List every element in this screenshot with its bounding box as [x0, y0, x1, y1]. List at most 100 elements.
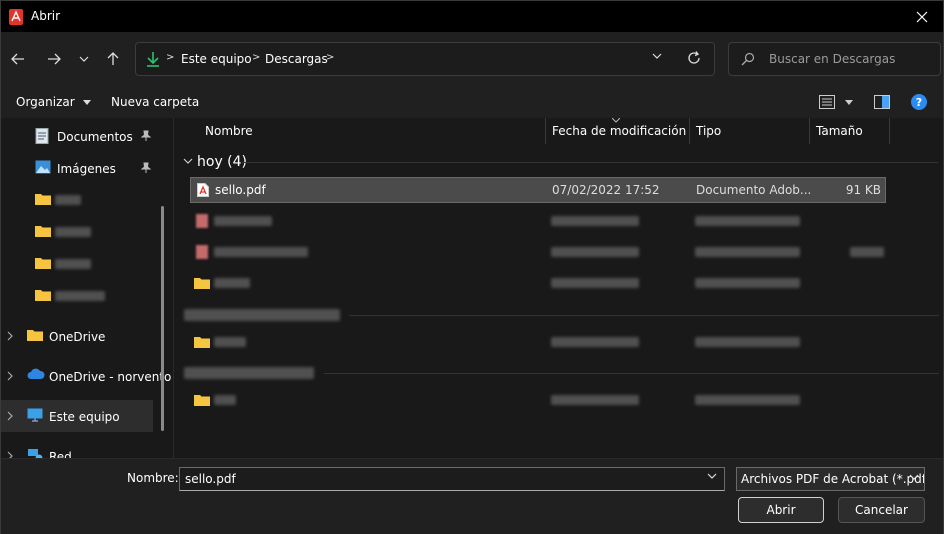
table-row[interactable] — [190, 329, 886, 355]
redacted-date — [551, 216, 639, 226]
redacted-date — [551, 247, 639, 257]
sidebar-item-label: Red — [49, 450, 72, 458]
redacted-date — [551, 337, 639, 347]
chevron-right-icon[interactable] — [7, 451, 13, 458]
address-dropdown-icon[interactable] — [652, 53, 662, 59]
view-options-button[interactable] — [819, 95, 853, 112]
breadcrumb-separator[interactable]: > — [326, 52, 334, 63]
table-row[interactable]: sello.pdf 07/02/2022 17:52 Documento Ado… — [190, 177, 886, 203]
sidebar-item-este-equipo[interactable]: Este equipo — [1, 400, 153, 432]
folder-icon — [35, 194, 51, 205]
back-button[interactable] — [7, 49, 29, 69]
group-divider — [324, 373, 939, 374]
redacted-type — [695, 278, 800, 288]
sidebar-item-folder[interactable] — [1, 216, 153, 248]
sidebar-item-folder[interactable] — [1, 280, 153, 312]
title-bar: Abrir — [1, 1, 943, 32]
sidebar-item-imagenes[interactable]: Imágenes — [1, 152, 153, 184]
column-divider[interactable] — [889, 118, 890, 144]
filename-label: Nombre: — [127, 471, 179, 485]
redacted-date — [551, 395, 639, 405]
chevron-right-icon[interactable] — [7, 371, 13, 381]
pin-icon[interactable] — [141, 162, 151, 174]
redacted-label — [55, 227, 91, 237]
sidebar-item-onedrive[interactable]: OneDrive — [1, 320, 153, 352]
redacted-name — [214, 337, 246, 347]
redacted-group-header[interactable] — [184, 309, 340, 321]
file-list: Nombre Fecha de modificación Tipo Tamaño… — [173, 118, 943, 458]
details-view-icon — [819, 95, 835, 109]
filename-input[interactable] — [179, 467, 725, 491]
redacted-name — [214, 395, 236, 405]
forward-button[interactable] — [43, 49, 65, 69]
column-header-name[interactable]: Nombre — [205, 124, 253, 138]
recent-locations-button[interactable] — [73, 49, 95, 69]
file-name: sello.pdf — [215, 183, 266, 197]
filename-dropdown-icon[interactable] — [707, 473, 717, 479]
pin-icon[interactable] — [141, 130, 151, 142]
chevron-down-icon[interactable] — [183, 158, 193, 164]
folder-icon — [194, 395, 210, 406]
file-size: 91 KB — [845, 183, 881, 197]
network-icon — [28, 449, 43, 458]
redacted-size — [850, 247, 884, 257]
refresh-icon[interactable] — [687, 51, 701, 65]
column-header-type[interactable]: Tipo — [696, 124, 721, 138]
redacted-type — [695, 395, 800, 405]
table-row[interactable] — [190, 387, 886, 413]
pictures-icon — [35, 160, 51, 174]
column-header-size[interactable]: Tamaño — [816, 124, 863, 138]
folder-icon — [194, 278, 210, 289]
pdf-file-icon — [196, 245, 208, 259]
redacted-group-header[interactable] — [184, 367, 314, 379]
breadcrumb-separator: > — [252, 52, 261, 63]
pdf-file-icon — [196, 214, 208, 228]
redacted-name — [214, 216, 272, 226]
help-button[interactable]: ? — [911, 94, 927, 110]
breadcrumb-este-equipo[interactable]: Este equipo — [181, 52, 252, 66]
sidebar-item-label: OneDrive - norvento — [49, 370, 172, 384]
table-row[interactable] — [190, 239, 886, 265]
cancel-button[interactable]: Cancelar — [838, 497, 925, 523]
sidebar-item-red[interactable]: Red — [1, 440, 153, 458]
arrow-right-icon — [48, 53, 61, 65]
dialog-footer: Nombre: Archivos PDF de Acrobat (*.pdf A… — [1, 458, 943, 534]
redacted-label — [55, 291, 105, 301]
redacted-date — [551, 278, 639, 288]
navigation-bar: > Este equipo > Descargas > Buscar en De… — [1, 32, 943, 86]
up-button[interactable] — [102, 49, 124, 69]
column-header-date[interactable]: Fecha de modificación — [552, 124, 686, 138]
redacted-name — [214, 247, 308, 257]
help-icon: ? — [915, 95, 923, 109]
file-type-select[interactable]: Archivos PDF de Acrobat (*.pdf — [736, 467, 925, 491]
sidebar-item-folder[interactable] — [1, 184, 153, 216]
folder-icon — [35, 226, 51, 237]
arrow-up-icon — [107, 52, 119, 65]
new-folder-button[interactable]: Nueva carpeta — [111, 95, 199, 109]
preview-pane-icon — [874, 95, 890, 109]
group-divider — [349, 315, 939, 316]
caret-down-icon — [845, 100, 853, 105]
sidebar-item-documentos[interactable]: Documentos — [1, 120, 153, 152]
column-divider[interactable] — [809, 118, 810, 144]
folder-icon — [194, 337, 210, 348]
sidebar-item-onedrive-norvento[interactable]: OneDrive - norvento — [1, 360, 171, 392]
column-divider[interactable] — [689, 118, 690, 144]
chevron-right-icon[interactable] — [7, 331, 13, 341]
sidebar-item-folder[interactable] — [1, 248, 153, 280]
open-button[interactable]: Abrir — [738, 497, 824, 523]
chevron-right-icon[interactable] — [7, 411, 13, 421]
address-bar[interactable]: > Este equipo > Descargas > — [135, 42, 715, 76]
search-box[interactable]: Buscar en Descargas — [728, 42, 941, 76]
window-title: Abrir — [31, 9, 61, 23]
table-row[interactable] — [190, 270, 886, 296]
documents-icon — [35, 128, 49, 144]
table-row[interactable] — [190, 208, 886, 234]
column-divider[interactable] — [545, 118, 546, 144]
organize-button[interactable]: Organizar — [16, 95, 91, 109]
breadcrumb-descargas[interactable]: Descargas — [265, 52, 328, 66]
close-button[interactable] — [909, 4, 935, 30]
group-header-today[interactable]: hoy (4) — [197, 154, 247, 170]
preview-pane-button[interactable] — [874, 95, 890, 112]
sidebar-scrollbar[interactable] — [161, 206, 164, 431]
